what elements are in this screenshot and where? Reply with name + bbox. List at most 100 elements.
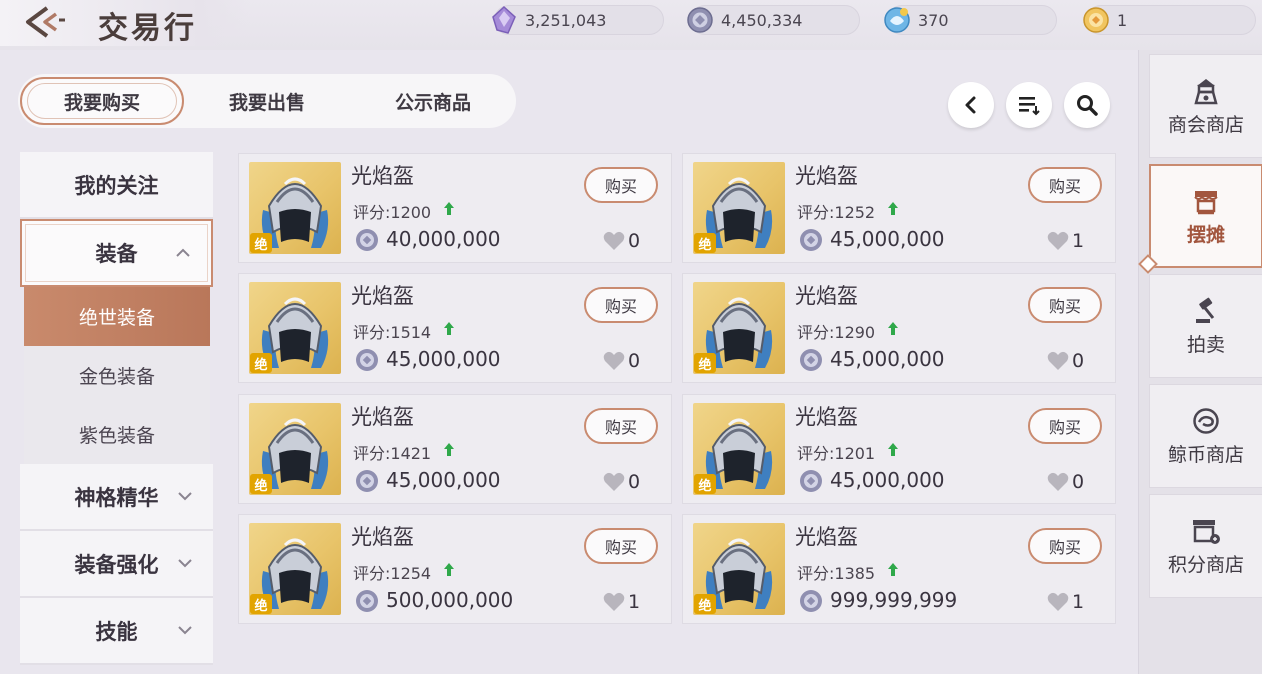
nav-stall-label: 摆摊: [1186, 223, 1225, 246]
item-price: 500,000,000: [386, 588, 514, 612]
nav-auction[interactable]: 拍卖: [1149, 274, 1262, 378]
buy-button[interactable]: 购买: [1028, 167, 1102, 203]
heart-icon[interactable]: [1047, 231, 1069, 251]
like-count: 0: [628, 350, 641, 372]
menu-divine[interactable]: 神格精华: [20, 464, 213, 531]
item-card[interactable]: 绝 光焰盔 评分:1385 999,999,999 购买 1: [682, 514, 1116, 624]
currency-token-value: 1: [1117, 10, 1128, 30]
nav-stall[interactable]: 摆摊: [1149, 164, 1262, 268]
heart-icon[interactable]: [603, 592, 625, 612]
nav-auction-label: 拍卖: [1186, 333, 1225, 356]
item-price: 45,000,000: [386, 468, 501, 492]
item-card[interactable]: 绝 光焰盔 评分:1254 500,000,000 购买 1: [238, 514, 672, 624]
item-score: 评分:1290: [797, 323, 876, 342]
item-name: 光焰盔: [351, 405, 414, 429]
tab-public[interactable]: 公示商品: [350, 77, 516, 125]
helmet-thumbnail[interactable]: 绝: [249, 523, 341, 615]
up-arrow-icon: [444, 202, 454, 215]
silver-coin-icon: [356, 229, 378, 251]
submenu-purple[interactable]: 紫色装备: [24, 405, 210, 464]
guild-shop-icon: [1194, 78, 1218, 104]
stall-icon: [1194, 190, 1218, 214]
item-score: 评分:1252: [797, 203, 876, 222]
helmet-thumbnail[interactable]: 绝: [249, 162, 341, 254]
nav-guild-shop-label: 商会商店: [1167, 113, 1244, 136]
menu-equipment[interactable]: 装备: [20, 219, 213, 287]
peerless-tag: 绝: [694, 474, 716, 494]
heart-icon[interactable]: [1047, 351, 1069, 371]
back-button[interactable]: [22, 4, 70, 40]
item-card[interactable]: 绝 光焰盔 评分:1252 45,000,000 购买 1: [682, 153, 1116, 263]
item-score: 评分:1200: [353, 203, 432, 222]
buy-button[interactable]: 购买: [1028, 287, 1102, 323]
menu-follow-label: 我的关注: [74, 173, 159, 198]
menu-follow[interactable]: 我的关注: [20, 152, 213, 219]
page-title: 交易行: [98, 11, 197, 46]
peerless-tag: 绝: [250, 353, 272, 373]
helmet-thumbnail[interactable]: 绝: [249, 282, 341, 374]
helmet-thumbnail[interactable]: 绝: [693, 282, 785, 374]
item-name: 光焰盔: [351, 525, 414, 549]
search-button[interactable]: [1064, 82, 1110, 128]
item-score: 评分:1201: [797, 444, 876, 463]
item-price: 999,999,999: [830, 588, 958, 612]
item-card[interactable]: 绝 光焰盔 评分:1421 45,000,000 购买 0: [238, 394, 672, 504]
gold-token-icon: [1083, 7, 1109, 33]
up-arrow-icon: [444, 322, 454, 335]
like-count: 1: [1072, 230, 1085, 252]
buy-button[interactable]: 购买: [584, 167, 658, 203]
item-card[interactable]: 绝 光焰盔 评分:1201 45,000,000 购买 0: [682, 394, 1116, 504]
nav-guild-shop[interactable]: 商会商店: [1149, 54, 1262, 158]
item-card[interactable]: 绝 光焰盔 评分:1514 45,000,000 购买 0: [238, 273, 672, 383]
item-card[interactable]: 绝 光焰盔 评分:1290 45,000,000 购买 0: [682, 273, 1116, 383]
buy-button[interactable]: 购买: [584, 528, 658, 564]
peerless-tag: 绝: [250, 233, 272, 253]
nav-whale-shop[interactable]: 鲸币商店: [1149, 384, 1262, 488]
submenu-peerless[interactable]: 绝世装备: [24, 287, 210, 346]
item-card[interactable]: 绝 光焰盔 评分:1200 40,000,000 购买 0: [238, 153, 672, 263]
heart-icon[interactable]: [603, 472, 625, 492]
menu-equipment-label: 装备: [95, 242, 138, 266]
tab-buy[interactable]: 我要购买: [20, 77, 184, 125]
peerless-tag: 绝: [694, 353, 716, 373]
heart-icon[interactable]: [603, 231, 625, 251]
sort-list-icon: [1019, 97, 1040, 116]
helmet-thumbnail[interactable]: 绝: [693, 523, 785, 615]
helmet-thumbnail[interactable]: 绝: [693, 162, 785, 254]
item-name: 光焰盔: [351, 164, 414, 188]
silver-coin-icon: [356, 349, 378, 371]
menu-enhance[interactable]: 装备强化: [20, 531, 213, 598]
buy-button[interactable]: 购买: [1028, 528, 1102, 564]
buy-button[interactable]: 购买: [584, 408, 658, 444]
up-arrow-icon: [888, 563, 898, 576]
heart-icon[interactable]: [1047, 472, 1069, 492]
item-price: 45,000,000: [386, 347, 501, 371]
nav-points-shop[interactable]: 积分商店: [1149, 494, 1262, 598]
peerless-tag: 绝: [694, 594, 716, 614]
currency-coin-value: 4,450,334: [721, 10, 803, 30]
category-menu: 我的关注 装备 绝世装备 金色装备 紫色装备 神格精华 装备强化 技能: [20, 152, 213, 665]
currency-coin[interactable]: 4,450,334: [687, 5, 860, 35]
silver-coin-icon: [687, 7, 713, 33]
heart-icon[interactable]: [1047, 592, 1069, 612]
helmet-thumbnail[interactable]: 绝: [693, 403, 785, 495]
chevron-up-icon: [176, 248, 190, 257]
menu-skill[interactable]: 技能: [20, 598, 213, 665]
nav-whale-shop-label: 鲸币商店: [1167, 443, 1244, 466]
buy-button[interactable]: 购买: [1028, 408, 1102, 444]
tab-sell[interactable]: 我要出售: [184, 77, 350, 125]
currency-ticket[interactable]: 370: [884, 5, 1057, 35]
buy-button[interactable]: 购买: [584, 287, 658, 323]
like-count: 1: [628, 591, 641, 613]
prev-page-button[interactable]: [948, 82, 994, 128]
item-name: 光焰盔: [795, 525, 858, 549]
item-price: 45,000,000: [830, 227, 945, 251]
heart-icon[interactable]: [603, 351, 625, 371]
helmet-thumbnail[interactable]: 绝: [249, 403, 341, 495]
submenu-gold[interactable]: 金色装备: [24, 346, 210, 405]
sort-button[interactable]: [1006, 82, 1052, 128]
currency-crystal[interactable]: 3,251,043: [492, 5, 664, 35]
currency-token[interactable]: 1: [1083, 5, 1256, 35]
purple-crystal-icon: [492, 5, 516, 34]
peerless-tag: 绝: [250, 594, 272, 614]
